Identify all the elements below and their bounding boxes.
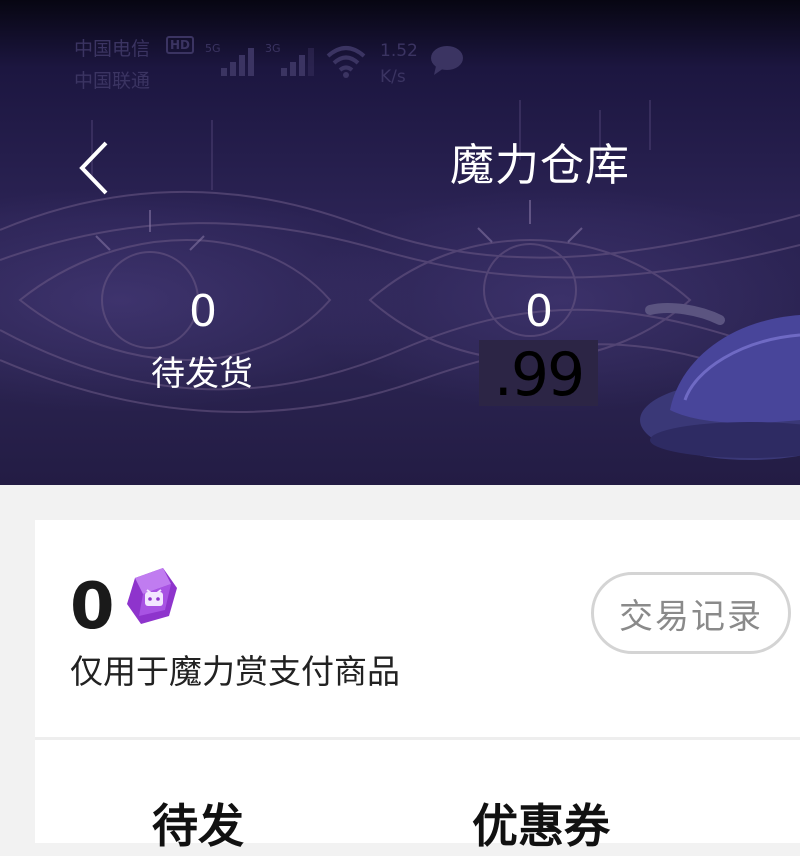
hd-badge: HD [166, 36, 195, 54]
second-value: .99 [479, 340, 598, 410]
chevron-left-icon [79, 141, 108, 195]
carrier-label: 中国联通 [74, 70, 151, 92]
page-title: 魔力仓库 [450, 140, 630, 191]
speed-value: 1.52 [380, 41, 418, 61]
balance-card: 0 仅用于魔力赏支付商品 交易记录 待发 优惠券 [35, 520, 800, 853]
hat-illustration [640, 303, 800, 460]
pending-label: 待发货 [151, 354, 253, 394]
divider [35, 737, 800, 740]
transaction-records-button[interactable]: 交易记录 [591, 572, 791, 654]
status-bar: 中国电信 HD 中国联通 5G 3G 1.52 K/s [0, 0, 800, 110]
balance-description: 仅用于魔力赏支付商品 [70, 652, 400, 691]
chat-bubble-icon [431, 46, 463, 75]
signal-icon: 3G [265, 42, 317, 82]
signal-label: 5G [205, 42, 221, 55]
network-speed: 1.52 K/s [380, 38, 418, 90]
gem-icon [127, 568, 177, 624]
speed-unit: K/s [380, 67, 406, 87]
tab-coupons[interactable]: 优惠券 [472, 796, 610, 856]
signal-icon: 5G [205, 42, 257, 82]
pending-count: 0 [189, 286, 217, 337]
tab-pending-shipment[interactable]: 待发 [152, 796, 244, 856]
wifi-icon [326, 46, 366, 78]
carrier-label: 中国电信 [74, 38, 151, 60]
back-button[interactable] [66, 136, 120, 200]
balance-value: 0 [70, 570, 115, 644]
second-count: 0 [525, 286, 553, 337]
signal-label: 3G [265, 42, 281, 55]
header-banner: 中国电信 HD 中国联通 5G 3G 1.52 K/s 魔力仓库 0 待发货 0… [0, 0, 800, 485]
